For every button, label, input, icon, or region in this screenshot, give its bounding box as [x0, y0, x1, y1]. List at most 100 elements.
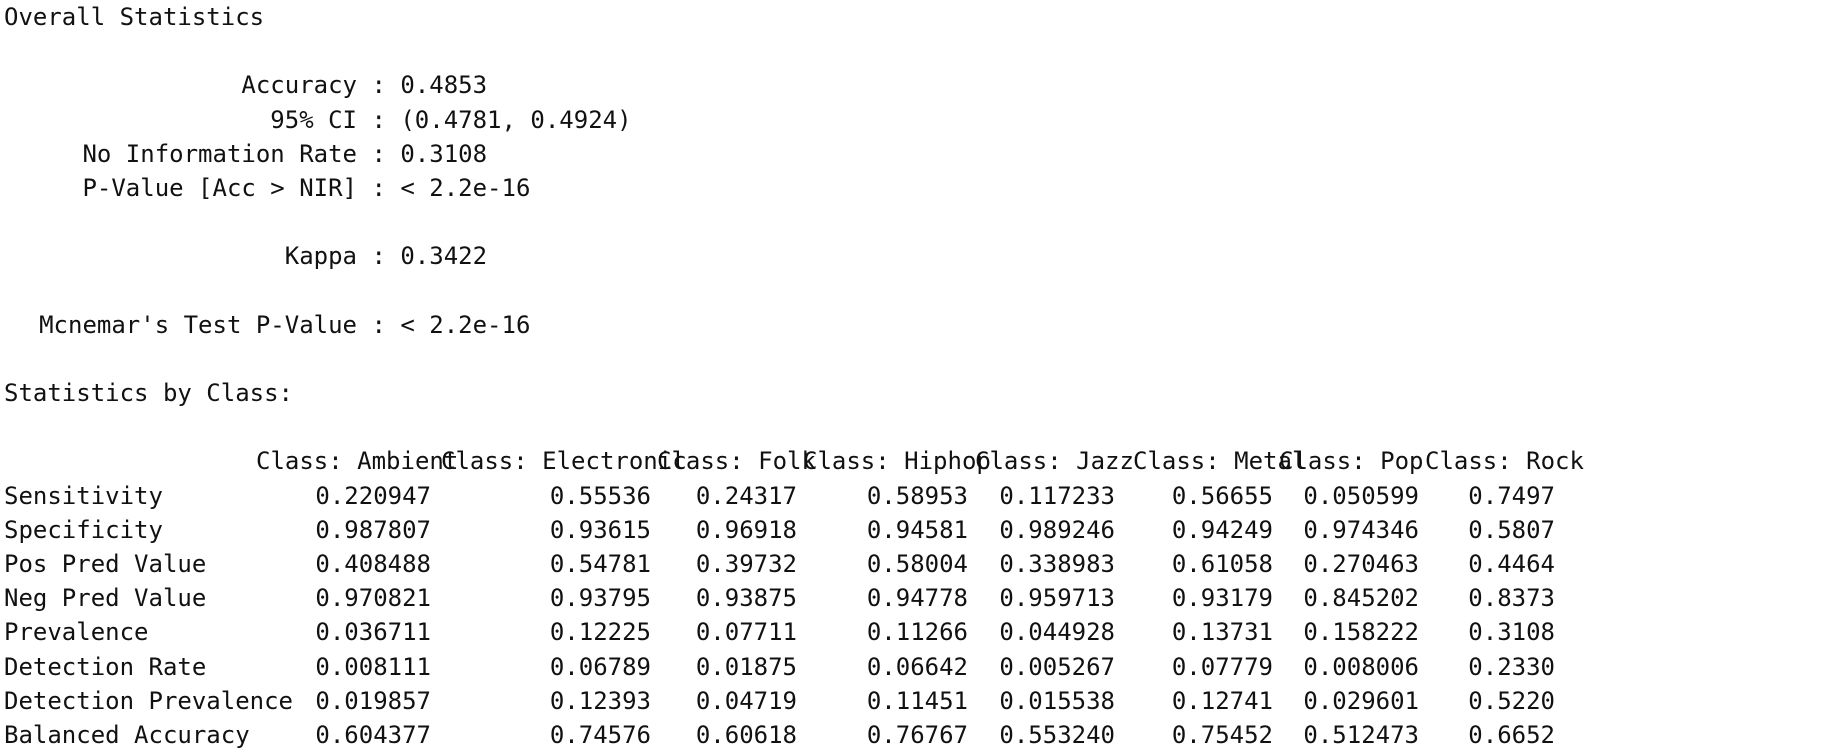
table-cell: 0.61058: [1171, 550, 1273, 578]
table-row: Sensitivity 0.220947 0.55536 0.24317 0.58953…: [4, 479, 1842, 513]
row-label: Sensitivity: [4, 481, 163, 510]
stat-value: 0.4853: [400, 71, 488, 100]
column-header: Class: Hiphop: [803, 447, 991, 476]
table-cell: 0.604377: [315, 720, 431, 749]
table-cell: 0.5220: [1468, 686, 1555, 715]
overall-heading: Overall Statistics: [4, 3, 265, 31]
table-cell: 0.58953: [866, 481, 968, 510]
table-cell: 0.13731: [1171, 618, 1273, 647]
table-cell: 0.96918: [695, 515, 797, 544]
column-header: Class: Pop: [1279, 447, 1424, 476]
table-cell: 0.044928: [999, 618, 1115, 647]
table-cell: 0.07711: [695, 618, 797, 647]
table-cell: 0.019857: [315, 686, 431, 715]
table-cell: 0.987807: [315, 515, 431, 544]
row-label: Neg Pred Value: [4, 584, 207, 613]
table-cell: 0.75452: [1171, 720, 1273, 749]
table-cell: 0.158222: [1303, 618, 1419, 647]
class-heading: Statistics by Class:: [4, 379, 293, 408]
table-row: Prevalence 0.036711 0.12225 0.07711 0.11266 0…: [4, 615, 1842, 649]
table-cell: 0.55536: [549, 481, 651, 510]
class-stats-table: Sensitivity 0.220947 0.55536 0.24317 0.58953…: [4, 479, 1842, 752]
table-row: Pos Pred Value 0.408488 0.54781 0.39732 0.58…: [4, 547, 1842, 581]
stat-value: (0.4781, 0.4924): [400, 105, 632, 134]
stat-value: 0.3108: [400, 139, 488, 168]
column-header: Class: Folk: [657, 447, 816, 476]
table-cell: 0.93615: [549, 515, 651, 544]
class-header-row: Class: Ambient Class: Electronic Class: Fo…: [4, 444, 1842, 478]
table-cell: 0.76767: [866, 720, 968, 749]
row-label: Detection Rate: [4, 652, 207, 681]
table-cell: 0.56655: [1171, 481, 1273, 510]
table-cell: 0.93875: [695, 584, 797, 613]
table-cell: 0.93795: [549, 584, 651, 613]
table-cell: 0.2330: [1468, 652, 1555, 681]
stat-ci: 95% CI : (0.4781, 0.4924): [4, 103, 1842, 137]
table-cell: 0.94249: [1171, 515, 1273, 544]
table-cell: 0.39732: [695, 550, 797, 578]
stat-label: P-Value [Acc > NIR]: [82, 173, 357, 202]
table-cell: 0.008111: [315, 652, 431, 681]
table-cell: 0.005267: [999, 652, 1115, 681]
stat-accuracy: Accuracy : 0.4853: [4, 68, 1842, 102]
row-label: Balanced Accuracy: [4, 720, 250, 749]
table-cell: 0.989246: [999, 515, 1115, 544]
table-cell: 0.11451: [866, 686, 968, 715]
stat-kappa: Kappa : 0.3422: [4, 239, 1842, 273]
table-row: Detection Prevalence 0.019857 0.12393 0.047…: [4, 684, 1842, 718]
table-cell: 0.60618: [695, 720, 797, 749]
table-cell: 0.54781: [549, 550, 651, 578]
table-cell: 0.11266: [866, 618, 968, 647]
table-cell: 0.338983: [999, 550, 1115, 578]
stat-value: < 2.2e-16: [400, 173, 531, 202]
row-label: Prevalence: [4, 618, 149, 647]
table-cell: 0.12225: [549, 618, 651, 647]
table-cell: 0.12741: [1171, 686, 1273, 715]
table-cell: 0.050599: [1303, 481, 1419, 510]
table-cell: 0.6652: [1468, 720, 1555, 749]
stat-pvalue: P-Value [Acc > NIR] : < 2.2e-16: [4, 171, 1842, 205]
table-cell: 0.01875: [695, 652, 797, 681]
stat-label: No Information Rate: [82, 139, 357, 168]
table-row: Detection Rate 0.008111 0.06789 0.01875 0.06…: [4, 650, 1842, 684]
table-cell: 0.74576: [549, 720, 651, 749]
table-cell: 0.974346: [1303, 515, 1419, 544]
table-cell: 0.24317: [695, 481, 797, 510]
stat-label: Accuracy: [241, 71, 357, 100]
row-label: Specificity: [4, 515, 163, 544]
table-cell: 0.5807: [1468, 515, 1555, 544]
table-cell: 0.7497: [1468, 481, 1555, 510]
table-cell: 0.8373: [1468, 584, 1555, 613]
table-row: Specificity 0.987807 0.93615 0.96918 0.94581…: [4, 513, 1842, 547]
stat-value: < 2.2e-16: [400, 310, 531, 339]
table-cell: 0.015538: [999, 686, 1115, 715]
table-cell: 0.12393: [549, 686, 651, 715]
table-cell: 0.117233: [999, 481, 1115, 510]
stat-label: Mcnemar's Test P-Value: [39, 310, 357, 339]
table-cell: 0.512473: [1303, 720, 1419, 749]
column-header: Class: Electronic: [441, 447, 687, 476]
table-cell: 0.93179: [1171, 584, 1273, 613]
table-cell: 0.845202: [1303, 584, 1419, 613]
stat-value: 0.3422: [400, 242, 488, 271]
table-cell: 0.3108: [1468, 618, 1555, 647]
table-cell: 0.94581: [866, 515, 968, 544]
table-cell: 0.008006: [1303, 652, 1419, 681]
table-cell: 0.408488: [315, 550, 431, 578]
table-cell: 0.959713: [999, 584, 1115, 613]
stat-nir: No Information Rate : 0.3108: [4, 137, 1842, 171]
row-label: Detection Prevalence: [4, 686, 293, 715]
console-output: Overall Statistics Accuracy : 0.4853 95%…: [4, 0, 1842, 752]
stat-label: Kappa: [284, 242, 357, 271]
column-header: Class: Ambient: [256, 447, 459, 476]
table-cell: 0.07779: [1171, 652, 1273, 681]
stat-label: 95% CI: [270, 105, 357, 134]
table-cell: 0.220947: [315, 481, 431, 510]
column-header: Class: Metal: [1133, 447, 1307, 476]
table-row: Balanced Accuracy 0.604377 0.74576 0.60618 0…: [4, 718, 1842, 752]
column-header: Class: Jazz: [975, 447, 1134, 476]
